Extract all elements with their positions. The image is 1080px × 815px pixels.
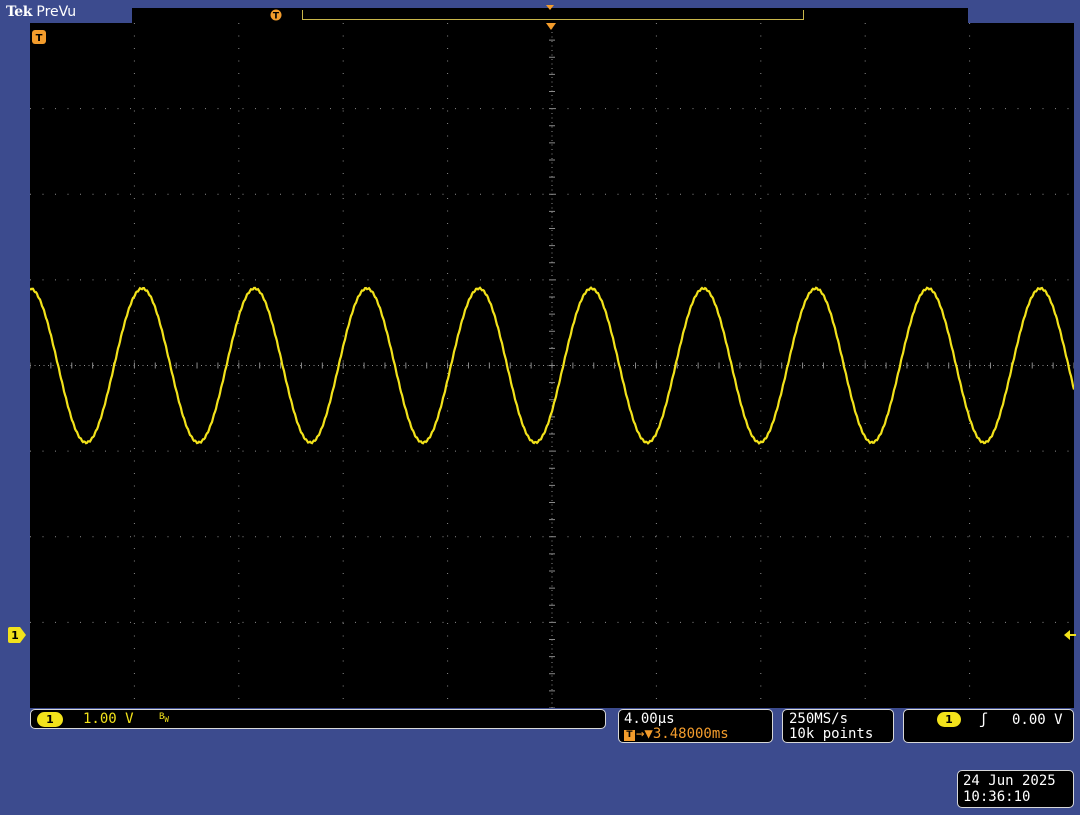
bandwidth-limit-icon: BW: [159, 712, 169, 724]
trigger-source-badge: 1: [937, 712, 961, 727]
channel1-scale: 1.00 V: [83, 711, 134, 727]
trigger-delay-icon: T: [624, 730, 635, 741]
top-bar: Tek PreVu T: [0, 0, 1080, 24]
record-length: 10k points: [789, 726, 874, 742]
date: 24 Jun 2025: [963, 773, 1056, 789]
sample-rate: 250MS/s: [789, 711, 849, 727]
trigger-level: 0.00 V: [1012, 712, 1063, 728]
trigger-level-marker-icon[interactable]: [1064, 629, 1076, 641]
graticule-svg: [30, 23, 1074, 708]
record-view-bar[interactable]: T: [132, 5, 968, 23]
rising-edge-icon: ʃ: [979, 710, 989, 728]
channel1-ground-marker-icon[interactable]: 1: [8, 627, 28, 643]
brand-label: Tek PreVu: [6, 4, 76, 20]
oscilloscope-graticule[interactable]: [30, 23, 1074, 708]
channel1-readout[interactable]: 1 1.00 V BW: [30, 709, 606, 729]
record-trigger-icon: T: [270, 9, 282, 21]
acquisition-readout[interactable]: 250MS/s 10k points: [782, 709, 894, 743]
bandwidth-icon-sub: W: [164, 714, 169, 724]
channel1-badge: 1: [37, 712, 63, 727]
trigger-t-marker-icon: T: [32, 30, 46, 44]
trigger-delay-value: →▼3.48000ms: [636, 726, 729, 742]
trigger-t-glyph: T: [36, 33, 43, 44]
tek-logo: Tek: [6, 4, 32, 20]
time: 10:36:10: [963, 789, 1031, 805]
trigger-readout[interactable]: 1 ʃ 0.00 V: [903, 709, 1074, 743]
time-per-division: 4.00µs: [624, 711, 675, 727]
acquisition-mode: PreVu: [36, 4, 77, 20]
channel1-marker-glyph: 1: [11, 629, 19, 642]
trigger-delay: T →▼3.48000ms: [624, 726, 729, 742]
record-view-window[interactable]: [302, 10, 804, 20]
horizontal-readout[interactable]: 4.00µs T →▼3.48000ms: [618, 709, 773, 743]
date-time-readout: 24 Jun 2025 10:36:10: [957, 770, 1074, 808]
record-trigger-glyph: T: [273, 12, 280, 22]
record-center-marker-icon: [546, 5, 554, 10]
trigger-position-marker-icon[interactable]: [546, 23, 556, 30]
